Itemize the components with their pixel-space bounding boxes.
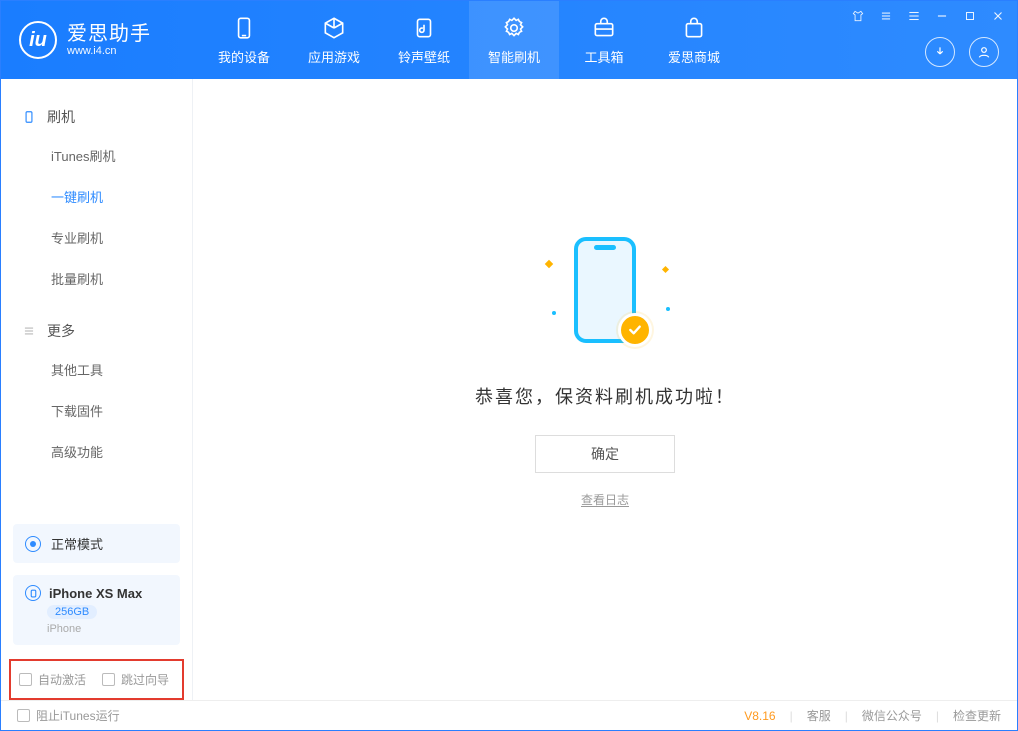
download-button[interactable] — [925, 37, 955, 67]
sidebar-item-other-tools[interactable]: 其他工具 — [1, 349, 192, 390]
checkbox-auto-activate[interactable]: 自动激活 — [19, 671, 86, 688]
sparkle-icon — [552, 311, 556, 315]
sidebar-item-advanced[interactable]: 高级功能 — [1, 431, 192, 472]
section-flash-title: 刷机 — [1, 99, 192, 135]
phone-small-icon — [21, 109, 37, 125]
phone-icon — [231, 15, 257, 41]
version-label: V8.16 — [744, 709, 775, 723]
sparkle-icon — [666, 307, 670, 311]
minimize-button[interactable] — [933, 7, 951, 25]
highlighted-options-box: 自动激活 跳过向导 — [9, 659, 184, 700]
nav-label: 我的设备 — [218, 47, 270, 66]
nav-label: 智能刷机 — [488, 47, 540, 66]
list-icon[interactable] — [877, 7, 895, 25]
device-card[interactable]: iPhone XS Max 256GB iPhone — [13, 575, 180, 645]
nav-label: 爱思商城 — [668, 47, 720, 66]
ok-button[interactable]: 确定 — [535, 435, 675, 473]
checkbox-skip-wizard[interactable]: 跳过向导 — [102, 671, 169, 688]
app-url: www.i4.cn — [67, 45, 151, 57]
refresh-badge-icon — [501, 15, 527, 41]
sidebar-item-pro-flash[interactable]: 专业刷机 — [1, 217, 192, 258]
maximize-button[interactable] — [961, 7, 979, 25]
section-title-label: 更多 — [47, 321, 75, 341]
sidebar-item-oneclick-flash[interactable]: 一键刷机 — [1, 176, 192, 217]
checkbox-label: 阻止iTunes运行 — [36, 707, 120, 724]
header-actions — [925, 37, 999, 67]
app-header: iu 爱思助手 www.i4.cn 我的设备 应用游戏 铃声壁纸 智能刷机 工具… — [1, 1, 1017, 79]
separator: | — [936, 709, 939, 723]
app-title: 爱思助手 — [67, 23, 151, 45]
store-icon — [681, 15, 707, 41]
check-update-link[interactable]: 检查更新 — [953, 707, 1001, 724]
device-type: iPhone — [47, 623, 81, 635]
device-name: iPhone XS Max — [49, 586, 142, 601]
mode-label: 正常模式 — [51, 534, 103, 553]
checkbox-icon — [102, 673, 115, 686]
nav-label: 工具箱 — [584, 47, 623, 66]
device-capacity: 256GB — [47, 605, 97, 619]
checkbox-icon — [17, 709, 30, 722]
nav-label: 铃声壁纸 — [398, 47, 450, 66]
checkbox-stop-itunes[interactable]: 阻止iTunes运行 — [17, 707, 120, 724]
view-log-link[interactable]: 查看日志 — [581, 491, 629, 508]
user-button[interactable] — [969, 37, 999, 67]
check-badge-icon — [618, 313, 652, 347]
success-message: 恭喜您，保资料刷机成功啦！ — [475, 383, 735, 409]
separator: | — [790, 709, 793, 723]
support-link[interactable]: 客服 — [807, 707, 831, 724]
success-illustration — [540, 231, 670, 361]
checkbox-icon — [19, 673, 32, 686]
mode-card[interactable]: 正常模式 — [13, 524, 180, 563]
nav-store[interactable]: 爱思商城 — [649, 1, 739, 79]
logo-icon: iu — [19, 21, 57, 59]
separator: | — [845, 709, 848, 723]
section-more-title: 更多 — [1, 313, 192, 349]
section-title-label: 刷机 — [47, 107, 75, 127]
list-small-icon — [21, 323, 37, 339]
sidebar-item-itunes-flash[interactable]: iTunes刷机 — [1, 135, 192, 176]
nav-ringtones-wallpapers[interactable]: 铃声壁纸 — [379, 1, 469, 79]
footer-bar: 阻止iTunes运行 V8.16 | 客服 | 微信公众号 | 检查更新 — [1, 700, 1017, 730]
wechat-link[interactable]: 微信公众号 — [862, 707, 922, 724]
sidebar: 刷机 iTunes刷机 一键刷机 专业刷机 批量刷机 更多 其他工具 下载固件 … — [1, 79, 193, 700]
cube-icon — [321, 15, 347, 41]
sidebar-item-download-firmware[interactable]: 下载固件 — [1, 390, 192, 431]
close-button[interactable] — [989, 7, 1007, 25]
window-controls — [849, 7, 1007, 25]
sparkle-icon — [545, 260, 553, 268]
shirt-icon[interactable] — [849, 7, 867, 25]
checkbox-label: 跳过向导 — [121, 671, 169, 688]
nav-apps-games[interactable]: 应用游戏 — [289, 1, 379, 79]
menu-icon[interactable] — [905, 7, 923, 25]
mode-icon — [25, 536, 41, 552]
nav-smart-flash[interactable]: 智能刷机 — [469, 1, 559, 79]
nav-toolbox[interactable]: 工具箱 — [559, 1, 649, 79]
main-panel: 恭喜您，保资料刷机成功啦！ 确定 查看日志 — [193, 79, 1017, 700]
logo-block: iu 爱思助手 www.i4.cn — [19, 21, 179, 59]
music-icon — [411, 15, 437, 41]
nav-my-device[interactable]: 我的设备 — [199, 1, 289, 79]
nav-label: 应用游戏 — [308, 47, 360, 66]
checkbox-label: 自动激活 — [38, 671, 86, 688]
device-icon — [25, 585, 41, 601]
toolbox-icon — [591, 15, 617, 41]
sidebar-item-batch-flash[interactable]: 批量刷机 — [1, 258, 192, 299]
main-nav: 我的设备 应用游戏 铃声壁纸 智能刷机 工具箱 爱思商城 — [199, 1, 739, 79]
sparkle-icon — [662, 266, 669, 273]
